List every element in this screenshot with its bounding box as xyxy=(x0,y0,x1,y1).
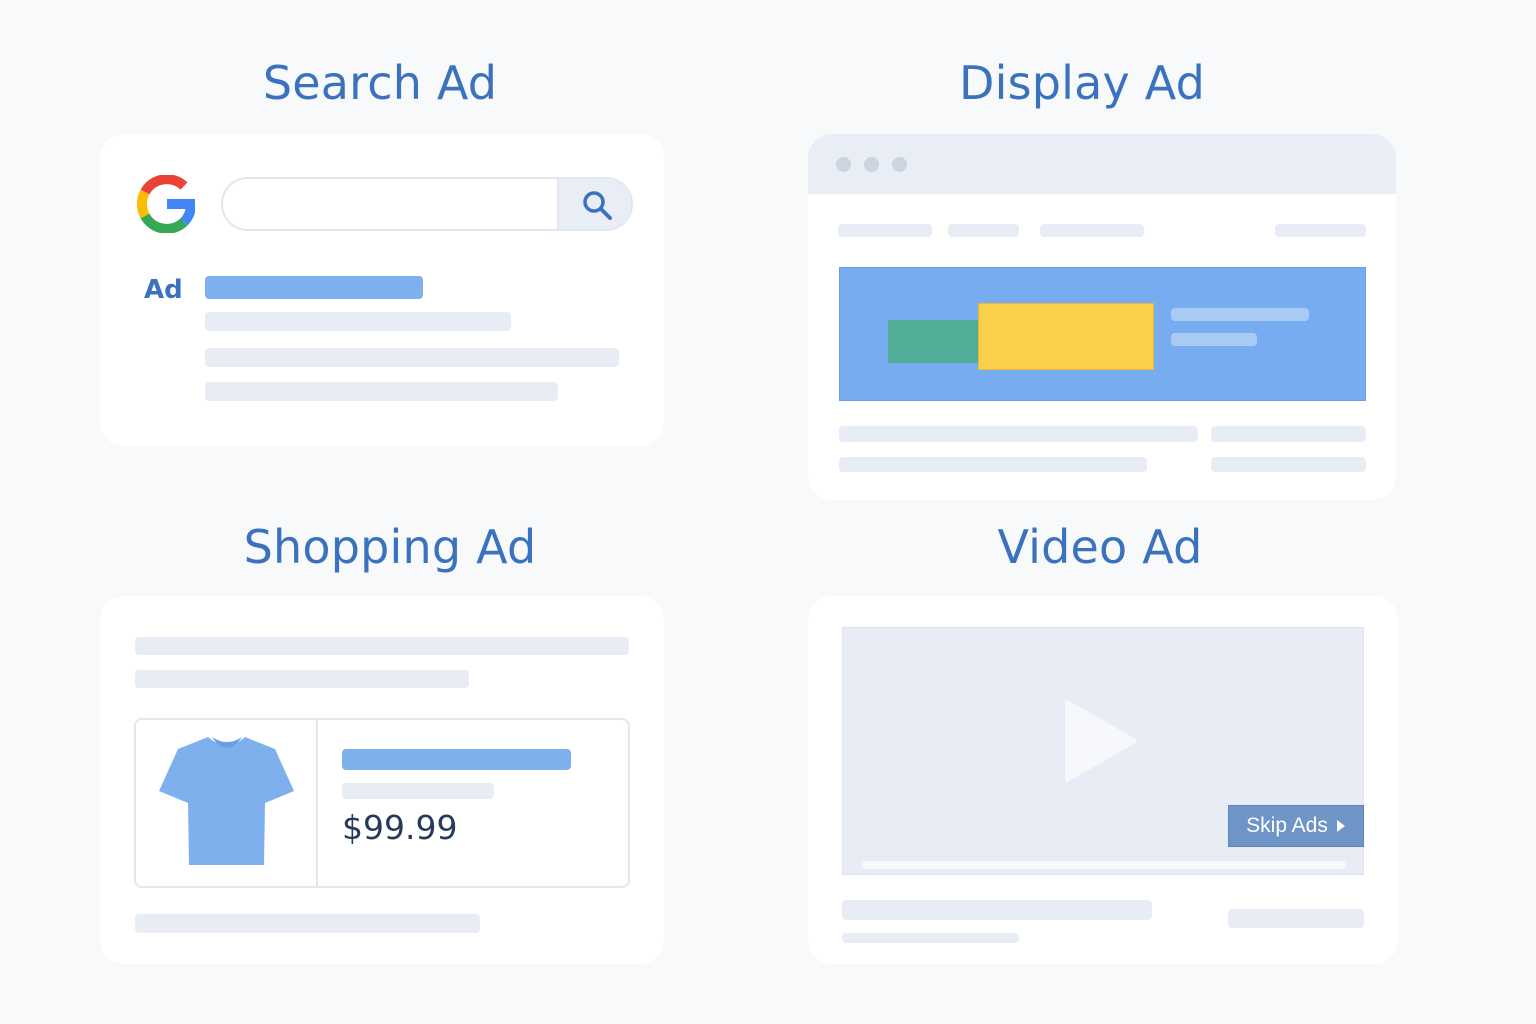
nav-placeholder xyxy=(838,224,932,237)
ad-text-placeholder xyxy=(205,348,619,367)
window-dot-icon xyxy=(864,157,879,172)
ad-text-placeholder xyxy=(205,382,558,401)
product-title-placeholder xyxy=(342,749,571,770)
content-placeholder xyxy=(1211,426,1366,442)
banner-yellow-block xyxy=(978,303,1154,370)
play-icon[interactable] xyxy=(1063,698,1139,784)
content-placeholder xyxy=(842,900,1152,920)
content-placeholder xyxy=(839,426,1198,442)
ad-text-placeholder xyxy=(205,312,511,331)
search-input[interactable] xyxy=(221,177,633,231)
ad-label: Ad xyxy=(144,275,183,305)
search-ad-title: Search Ad xyxy=(262,56,498,110)
display-ad-title: Display Ad xyxy=(958,56,1206,110)
skip-ads-button[interactable]: Skip Ads xyxy=(1228,805,1364,847)
product-price: $99.99 xyxy=(342,808,458,847)
content-placeholder xyxy=(839,457,1147,472)
product-divider xyxy=(316,720,318,886)
magnifier-icon xyxy=(583,191,612,220)
video-ad-title: Video Ad xyxy=(997,520,1203,574)
banner-text-placeholder xyxy=(1171,308,1309,321)
content-placeholder xyxy=(135,670,469,688)
window-dot-icon xyxy=(892,157,907,172)
window-dot-icon xyxy=(836,157,851,172)
ad-headline-placeholder xyxy=(205,276,423,299)
skip-ads-label: Skip Ads xyxy=(1246,814,1328,837)
content-placeholder xyxy=(1211,457,1366,472)
shopping-ad-title: Shopping Ad xyxy=(243,520,537,574)
video-progress-bar[interactable] xyxy=(862,861,1346,869)
t-shirt-icon xyxy=(159,737,294,865)
content-placeholder xyxy=(842,933,1019,943)
content-placeholder xyxy=(135,637,629,655)
banner-text-placeholder xyxy=(1171,333,1257,346)
nav-placeholder xyxy=(948,224,1019,237)
content-placeholder xyxy=(1228,909,1364,928)
caret-right-icon xyxy=(1336,820,1345,832)
nav-placeholder xyxy=(1275,224,1366,237)
content-placeholder xyxy=(135,914,480,933)
product-subtitle-placeholder xyxy=(342,783,494,799)
search-button[interactable] xyxy=(557,179,631,229)
google-logo-icon xyxy=(137,175,195,233)
nav-placeholder xyxy=(1040,224,1144,237)
